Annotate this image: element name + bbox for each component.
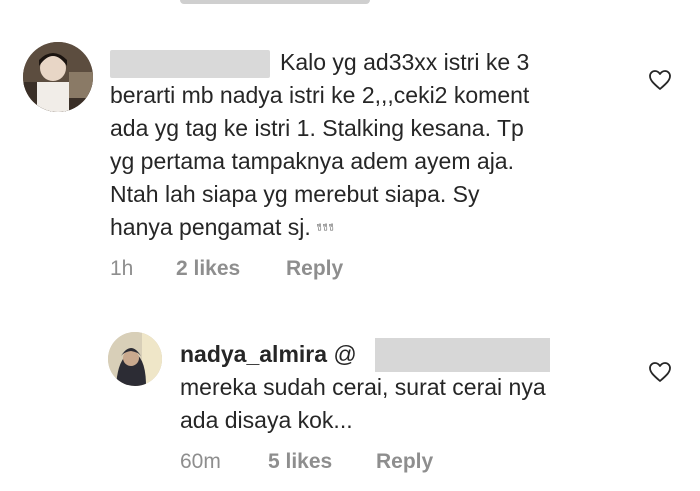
heart-outline-icon[interactable] <box>648 69 672 91</box>
comment-text: Kalo yg ad33xx istri ke 3 berarti mb nad… <box>110 46 630 247</box>
avatar[interactable] <box>23 42 93 112</box>
comment-content: mereka sudah cerai, surat cerai nya ada … <box>180 374 546 433</box>
comment-time: 1h <box>110 257 134 280</box>
victory-hand-emoji <box>317 214 336 247</box>
mention-prefix[interactable]: @ <box>333 341 356 367</box>
comment-time: 60m <box>180 450 221 473</box>
reply-button[interactable]: Reply <box>376 450 433 474</box>
likes-count[interactable]: 2 likes <box>176 257 240 281</box>
heart-outline-icon[interactable] <box>648 361 672 383</box>
redacted-username <box>110 49 270 78</box>
avatar[interactable] <box>108 332 162 386</box>
reply-button[interactable]: Reply <box>286 257 343 281</box>
comment-body: nadya_almira @ mereka sudah cerai, surat… <box>180 338 630 437</box>
avatar-image <box>108 332 162 386</box>
avatar-image <box>23 42 93 112</box>
likes-count[interactable]: 5 likes <box>268 450 332 474</box>
previous-comment-cutoff <box>180 0 370 4</box>
comment-body: Kalo yg ad33xx istri ke 3 berarti mb nad… <box>110 46 630 247</box>
redacted-mention <box>375 338 550 372</box>
username-link[interactable]: nadya_almira <box>180 341 327 367</box>
